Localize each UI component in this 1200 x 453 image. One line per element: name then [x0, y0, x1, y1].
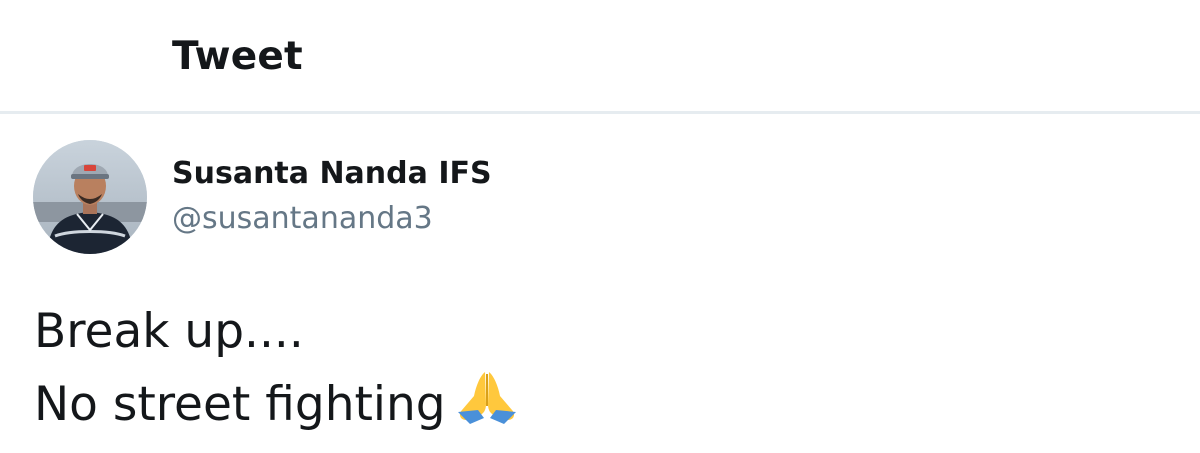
- author-name[interactable]: Susanta Nanda IFS: [172, 153, 492, 195]
- avatar-image: [33, 140, 147, 254]
- folded-hands-icon: [454, 366, 520, 445]
- tweet-header: Tweet: [0, 0, 1200, 114]
- tweet-text: Break up.... No street fighting: [34, 298, 520, 445]
- author-handle[interactable]: @susantananda3: [172, 198, 433, 240]
- avatar[interactable]: [33, 140, 147, 254]
- page-title: Tweet: [172, 34, 303, 79]
- tweet-line: Break up....: [34, 304, 304, 359]
- tweet-line-text: No street fighting: [34, 377, 446, 432]
- tweet-line: No street fighting: [34, 366, 520, 445]
